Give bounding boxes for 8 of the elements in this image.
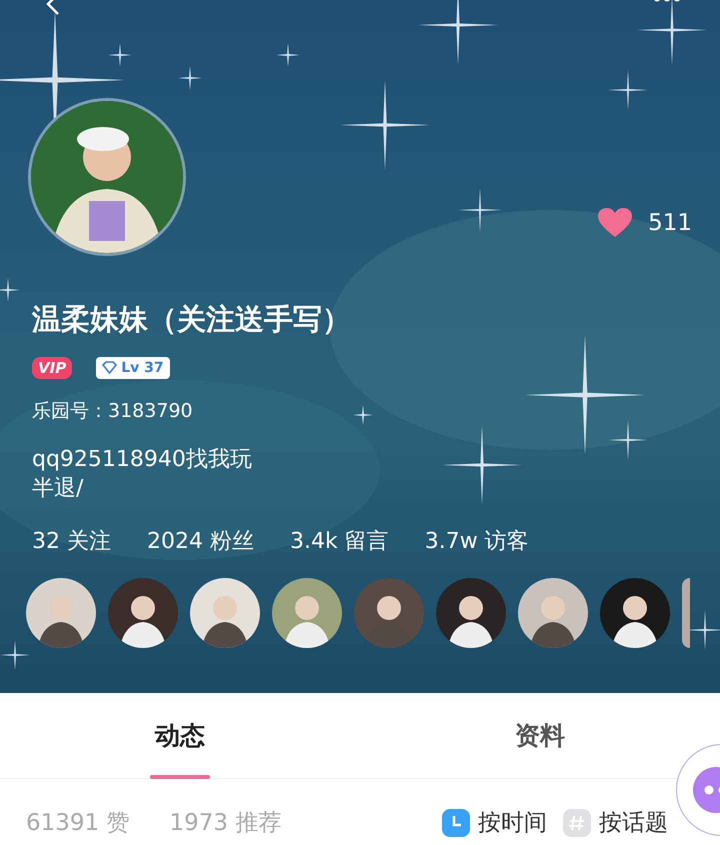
- hashtag-icon: [563, 809, 591, 837]
- count-label: 1973 推荐: [169, 808, 282, 838]
- tab[interactable]: 动态: [0, 693, 360, 778]
- count-label: 61391 赞: [26, 808, 130, 838]
- sort-option[interactable]: 按时间: [442, 806, 547, 840]
- clock-icon: [442, 809, 470, 837]
- tab[interactable]: 资料: [360, 693, 720, 778]
- sort-option[interactable]: 按话题: [563, 806, 668, 840]
